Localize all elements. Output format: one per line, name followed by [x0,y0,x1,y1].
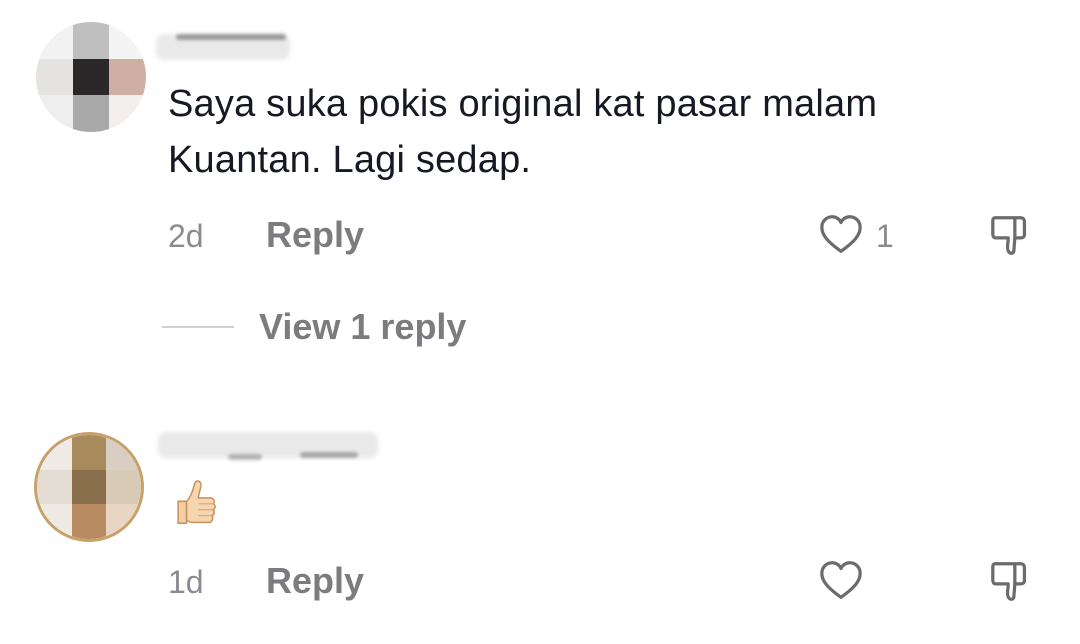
comment-text-line: Saya suka pokis original kat pasar malam [168,83,878,125]
reply-button[interactable]: Reply [266,214,364,256]
comment-text: Saya suka pokis original kat pasar malam… [168,76,877,188]
heart-outline-icon[interactable] [818,212,864,258]
username-redacted-strokes [228,454,262,460]
username-redacted-strokes [300,452,358,458]
heart-outline-icon[interactable] [818,558,864,604]
view-replies-label: View 1 reply [259,306,467,347]
thumbs-up-emoji [177,480,216,525]
reply-thread-line [162,326,234,328]
comment-age: 2d [168,218,204,254]
like-count: 1 [876,218,894,254]
thumbs-down-outline-icon[interactable] [988,212,1034,258]
comment-text-line: Kuantan. Lagi sedap. [168,139,532,181]
comment-actions: 1d Reply [168,558,1080,608]
avatar[interactable] [36,22,146,132]
thumbs-down-outline-icon[interactable] [988,558,1034,604]
comment-item: 1d Reply [0,400,1080,644]
comment-item: Saya suka pokis original kat pasar malam… [0,0,1080,400]
comment-age: 1d [168,564,204,600]
comment-actions: 2d Reply 1 [168,212,1080,262]
avatar[interactable] [34,432,144,542]
username-redacted-strokes [176,34,286,40]
reply-button[interactable]: Reply [266,560,364,602]
